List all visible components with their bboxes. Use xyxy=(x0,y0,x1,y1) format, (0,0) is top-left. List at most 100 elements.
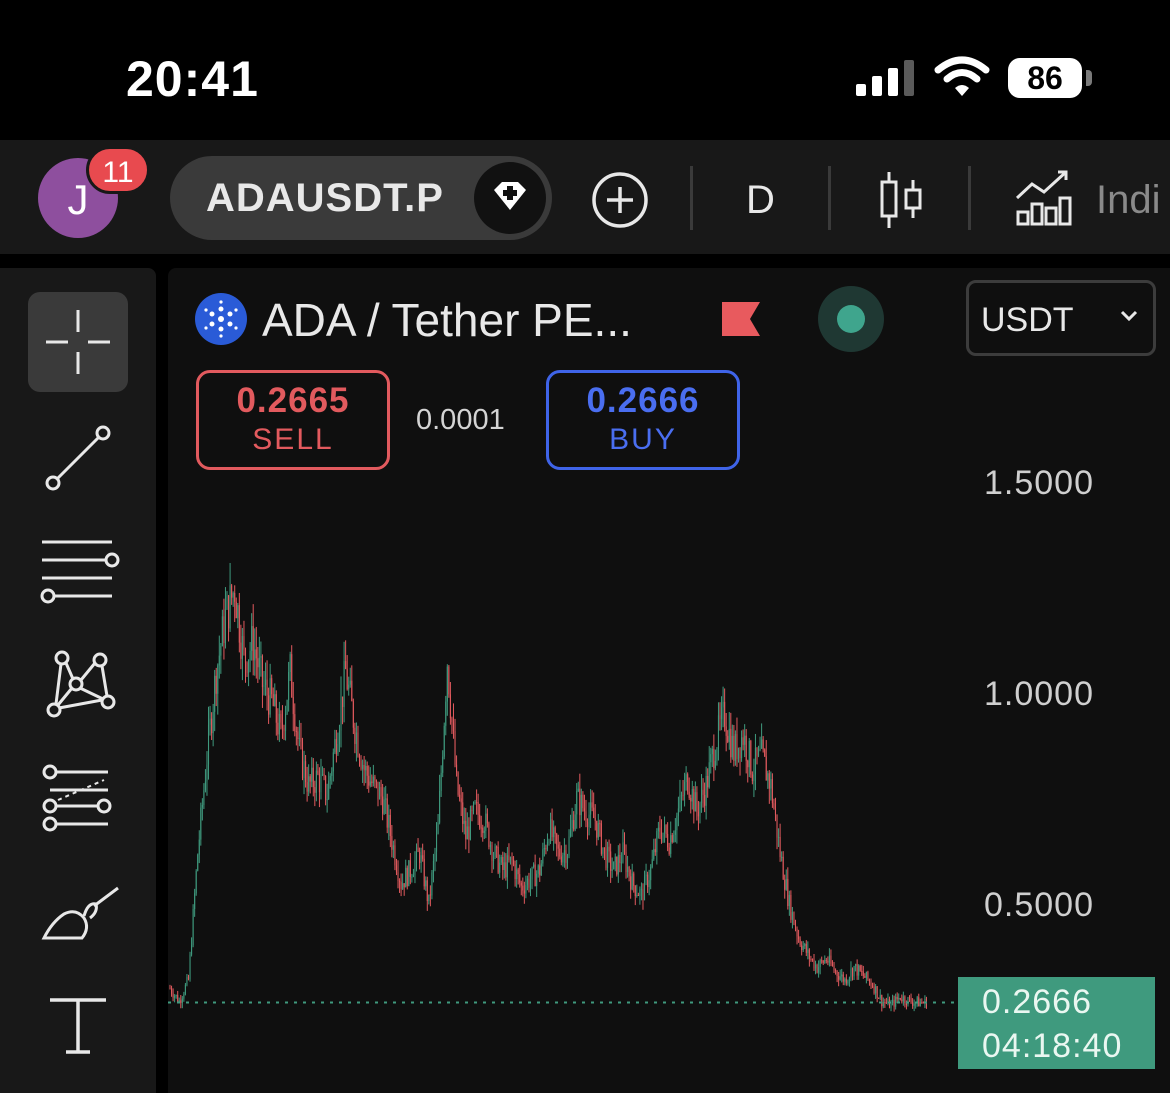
candle-body xyxy=(235,601,237,619)
flag-icon[interactable] xyxy=(722,302,760,336)
pattern-tool[interactable] xyxy=(28,632,128,732)
sell-button[interactable]: 0.2665 SELL xyxy=(196,370,390,470)
candle-body xyxy=(211,718,213,734)
candle-body xyxy=(813,959,815,969)
currency-value: USDT xyxy=(981,301,1074,339)
horizontal-lines-tool[interactable] xyxy=(28,520,128,620)
candle-body xyxy=(340,696,342,731)
add-symbol-button[interactable] xyxy=(590,170,650,230)
candle-body xyxy=(856,964,858,976)
candle-body xyxy=(338,730,341,745)
candle-body xyxy=(335,739,337,755)
candle-body xyxy=(294,714,296,731)
candle-body xyxy=(169,988,171,990)
candle-body xyxy=(355,732,357,744)
candle-body xyxy=(600,823,602,854)
indicators-button[interactable]: Indi xyxy=(1096,178,1170,223)
symbol-gem-button[interactable] xyxy=(474,162,546,234)
interval-button[interactable]: D xyxy=(746,178,775,223)
candle-body xyxy=(301,741,304,778)
candle-body xyxy=(710,754,712,763)
brush-tool[interactable] xyxy=(28,866,128,966)
candle-body xyxy=(610,851,612,871)
candle-body xyxy=(476,802,478,804)
candle-body xyxy=(274,694,276,706)
candle-body xyxy=(514,864,516,880)
candle-body xyxy=(802,946,804,950)
candle-body xyxy=(616,856,618,875)
candle-body xyxy=(907,997,909,1005)
indicators-icon[interactable] xyxy=(1014,168,1072,228)
candle-body xyxy=(383,799,385,814)
candle-body xyxy=(181,998,183,1003)
candles-group xyxy=(169,562,927,1012)
candle-body xyxy=(261,656,263,688)
candle-body xyxy=(643,876,646,901)
candle-body xyxy=(794,924,797,929)
candle-body xyxy=(231,585,233,598)
candle-body xyxy=(531,867,533,880)
candle-body xyxy=(289,654,291,673)
candle-body xyxy=(825,959,827,961)
crosshair-tool[interactable] xyxy=(28,292,128,392)
candle-body xyxy=(203,790,205,805)
candle-body xyxy=(300,738,302,742)
candle-body xyxy=(328,780,330,800)
buy-button[interactable]: 0.2666 BUY xyxy=(546,370,740,470)
candle-body xyxy=(725,726,727,736)
candle-body xyxy=(292,697,294,715)
candle-body xyxy=(286,700,288,714)
candle-body xyxy=(248,659,250,673)
candle-body xyxy=(513,859,515,865)
candle-body xyxy=(707,775,709,788)
candle-body xyxy=(321,773,324,775)
fib-retracement-tool[interactable] xyxy=(28,748,128,848)
candle-body xyxy=(386,798,388,828)
candle-body xyxy=(288,672,290,701)
candle-body xyxy=(613,861,615,870)
candle-body xyxy=(756,747,758,756)
candle-body xyxy=(354,727,356,744)
candle-body xyxy=(839,976,841,980)
candle-body xyxy=(543,847,545,850)
candle-body xyxy=(229,585,231,629)
candle-body xyxy=(548,841,550,843)
candle-body xyxy=(727,735,729,742)
candle-body xyxy=(571,820,573,829)
candle-body xyxy=(700,789,703,804)
candle-body xyxy=(560,856,562,863)
candle-body xyxy=(395,865,398,873)
candle-body xyxy=(317,770,319,774)
candle-body xyxy=(904,996,906,1004)
candle-body xyxy=(422,855,424,859)
candle-type-icon[interactable] xyxy=(878,170,924,230)
candle-body xyxy=(445,701,447,726)
candle-body xyxy=(554,827,556,834)
candle-body xyxy=(377,781,379,800)
candle-body xyxy=(568,836,570,856)
candle-body xyxy=(218,655,220,666)
candle-body xyxy=(770,779,772,789)
candle-body xyxy=(778,837,780,839)
candle-body xyxy=(483,830,485,833)
text-tool[interactable] xyxy=(28,976,128,1076)
candle-body xyxy=(463,820,465,824)
candle-body xyxy=(255,649,257,659)
candle-body xyxy=(221,616,223,646)
trend-line-tool[interactable] xyxy=(28,408,128,508)
candle-body xyxy=(818,967,820,973)
chart-symbol-title[interactable]: ADA / Tether PE... xyxy=(262,293,632,347)
candle-body xyxy=(782,856,784,880)
candle-body xyxy=(858,965,860,976)
candle-body xyxy=(372,776,374,784)
candle-body xyxy=(437,822,439,834)
candle-body xyxy=(670,835,672,854)
candle-body xyxy=(405,867,407,888)
candle-body xyxy=(611,869,613,871)
buy-price: 0.2666 xyxy=(586,381,700,420)
candle-body xyxy=(685,774,687,783)
currency-select[interactable]: USDT xyxy=(966,280,1156,356)
candle-body xyxy=(291,654,293,698)
candle-body xyxy=(582,794,584,809)
candle-body xyxy=(472,802,475,812)
